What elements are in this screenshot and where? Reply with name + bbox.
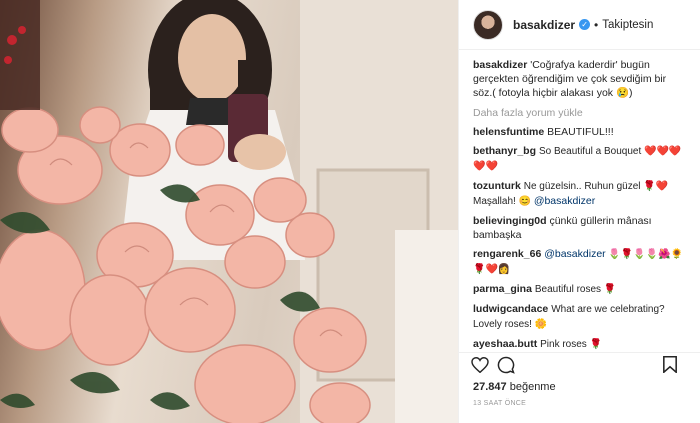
- post-sidebar: basakdizer ✓ • Takiptesin basakdizer 'Co…: [458, 0, 700, 423]
- comment-item: rengarenk_66 @basakdizer 🌷🌹🌷🌷🌺🌻🌹❤️👩: [473, 247, 686, 277]
- comment-item: ludwigcandace What are we celebrating? L…: [473, 302, 686, 332]
- comment-item: tozunturk Ne güzelsin.. Ruhun güzel 🌹❤️ …: [473, 179, 686, 209]
- comment-item: believinging0d çünkü güllerin mânası bam…: [473, 214, 686, 242]
- likes-label: beğenme: [509, 381, 556, 393]
- post-header: basakdizer ✓ • Takiptesin: [459, 0, 700, 50]
- username-link[interactable]: basakdizer: [513, 18, 575, 32]
- caption: basakdizer 'Coğrafya kaderdir' bugün ger…: [473, 58, 686, 100]
- comment-item: parma_gina Beautiful roses 🌹: [473, 282, 686, 297]
- likes-count[interactable]: 27.847 beğenme: [473, 381, 556, 393]
- comment-icon[interactable]: [497, 355, 523, 375]
- likes-number: 27.847: [473, 381, 507, 393]
- action-bar: [459, 352, 700, 376]
- comment-text: BEAUTIFUL!!!: [547, 126, 614, 138]
- comments-list: basakdizer 'Coğrafya kaderdir' bugün ger…: [459, 50, 700, 352]
- comment-item: ayeshaa.butt Pink roses 🌹: [473, 337, 686, 352]
- load-more-comments-link[interactable]: Daha fazla yorum yükle: [473, 106, 686, 120]
- follow-status-button[interactable]: Takiptesin: [602, 19, 653, 31]
- comment-username[interactable]: ayeshaa.butt: [473, 338, 537, 350]
- comment-mention[interactable]: @basakdizer: [534, 195, 595, 207]
- comment-text: Beautiful roses 🌹: [534, 284, 617, 295]
- comment-username[interactable]: rengarenk_66: [473, 248, 541, 260]
- comment-username[interactable]: parma_gina: [473, 283, 532, 295]
- post-timestamp: 13 SAAT ÖNCE: [473, 400, 527, 407]
- separator-dot: •: [594, 17, 599, 32]
- comment-username[interactable]: ludwigcandace: [473, 303, 548, 315]
- post-photo[interactable]: [0, 0, 458, 423]
- comment-username[interactable]: tozunturk: [473, 180, 521, 192]
- comment-mention[interactable]: @basakdizer: [544, 248, 605, 260]
- verified-badge-icon: ✓: [579, 19, 591, 30]
- comment-username[interactable]: bethanyr_bg: [473, 145, 536, 157]
- comment-username[interactable]: helensfuntime: [473, 126, 544, 138]
- comment-username[interactable]: believinging0d: [473, 215, 547, 227]
- photo-illustration: [0, 0, 458, 423]
- avatar[interactable]: [473, 9, 503, 40]
- comment-text: Pink roses 🌹: [540, 339, 603, 350]
- heart-icon[interactable]: [471, 355, 497, 375]
- caption-username[interactable]: basakdizer: [473, 59, 527, 71]
- comment-item: bethanyr_bg So Beautiful a Bouquet ❤️❤️❤…: [473, 144, 686, 174]
- bookmark-icon[interactable]: [663, 355, 689, 375]
- comment-item: helensfuntime BEAUTIFUL!!!: [473, 125, 686, 139]
